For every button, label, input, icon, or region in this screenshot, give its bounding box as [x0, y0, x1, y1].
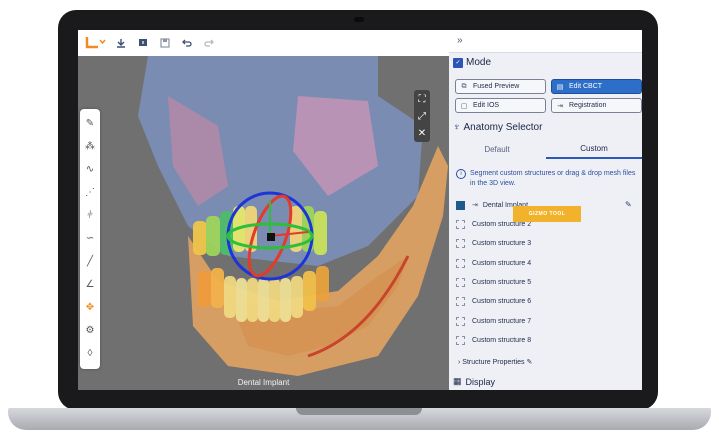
structure-row-4[interactable]: Custom structure 4 — [456, 256, 636, 270]
pencil-icon[interactable]: ✎ — [82, 115, 98, 131]
registration-icon: ⇥ — [557, 102, 563, 110]
anatomy-section-title: ♆ Anatomy Selector — [453, 122, 542, 133]
view-caption: Dental Implant — [237, 378, 290, 387]
align-icon[interactable]: ⫩ — [82, 207, 98, 223]
view-controls: ⛶ ⤢ ✕ — [414, 90, 430, 142]
cbct-icon: ▤ — [556, 83, 564, 91]
edit-ios-button[interactable]: ▢ Edit IOS — [455, 98, 546, 113]
registration-button[interactable]: ⇥ Registration — [551, 98, 642, 113]
magic-wand-icon[interactable]: ⁂ — [82, 138, 98, 154]
structure-checkbox[interactable] — [456, 335, 465, 345]
anatomy-tabs: Default Custom — [449, 139, 642, 159]
info-icon: i — [456, 169, 466, 179]
structure-checkbox[interactable] — [456, 258, 465, 268]
redo-icon[interactable] — [202, 36, 216, 50]
structure-row-3[interactable]: Custom structure 3 — [456, 236, 636, 250]
tab-custom[interactable]: Custom — [546, 139, 642, 159]
structure-properties-toggle[interactable]: › Structure Properties ✎ — [458, 358, 532, 366]
add-point-icon[interactable]: ⋰ — [82, 184, 98, 200]
info-text: Segment custom structures or drag & drop… — [470, 170, 636, 187]
mode-title-text: Mode — [466, 57, 492, 68]
structure-row-6[interactable]: Custom structure 6 — [456, 294, 636, 308]
fused-preview-button[interactable]: ⧉ Fused Preview — [455, 79, 546, 94]
spline-icon[interactable]: ∿ — [82, 161, 98, 177]
save-icon[interactable] — [158, 36, 172, 50]
collapse-panel-icon[interactable]: » — [457, 35, 463, 46]
expand-icon[interactable]: ⤢ — [414, 108, 430, 124]
registration-label: Registration — [569, 102, 607, 109]
undo-icon[interactable] — [180, 36, 194, 50]
structure-checkbox[interactable] — [456, 200, 465, 210]
edit-pencil-icon[interactable]: ✎ — [625, 200, 632, 209]
fused-preview-label: Fused Preview — [473, 83, 520, 90]
download-icon[interactable] — [114, 36, 128, 50]
structure-properties-label: Structure Properties — [462, 359, 525, 366]
fuse-icon: ⧉ — [461, 82, 467, 90]
structure-label: Custom structure 6 — [472, 297, 532, 305]
settings-icon[interactable]: ⚙ — [82, 322, 98, 338]
ios-icon: ▢ — [460, 102, 468, 110]
laptop-base-notch — [296, 408, 422, 415]
close-icon[interactable]: ✕ — [414, 125, 430, 141]
structure-checkbox[interactable] — [456, 316, 465, 326]
structure-checkbox[interactable] — [456, 238, 465, 248]
structure-checkbox[interactable] — [456, 277, 465, 287]
curve-icon[interactable]: ∽ — [82, 230, 98, 246]
ruler-icon[interactable]: ╱ — [82, 253, 98, 269]
fullscreen-icon[interactable]: ⛶ — [414, 91, 430, 107]
structure-label: Custom structure 7 — [472, 317, 532, 325]
edit-small-icon: ✎ — [526, 359, 533, 366]
structure-label: Custom structure 5 — [472, 278, 532, 286]
3d-viewport[interactable]: ✎ ⁂ ∿ ⋰ ⫩ ∽ ╱ ∠ ✥ ⚙ ◊ ⛶ ⤢ ✕ — [78, 56, 449, 390]
angle-icon[interactable]: ∠ — [82, 276, 98, 292]
edit-cbct-label: Edit CBCT — [569, 83, 603, 90]
display-section-title[interactable]: ▦ Display — [453, 376, 495, 387]
structure-row-7[interactable]: Custom structure 7 — [456, 314, 636, 328]
edit-cbct-button[interactable]: ▤ Edit CBCT — [551, 79, 642, 94]
dental-3d-model[interactable] — [78, 56, 449, 390]
structure-label: Custom structure 3 — [472, 239, 532, 247]
export-icon[interactable] — [136, 36, 150, 50]
camera-notch — [354, 17, 364, 22]
left-tool-palette: ✎ ⁂ ∿ ⋰ ⫩ ∽ ╱ ∠ ✥ ⚙ ◊ — [80, 109, 100, 369]
tooth-icon: ♆ — [453, 122, 461, 133]
mode-section-title: ✓ Mode — [453, 57, 491, 68]
structure-label: Custom structure 4 — [472, 259, 532, 267]
gizmo-tool-tooltip: GIZMO TOOL — [513, 206, 581, 222]
tab-default[interactable]: Default — [449, 139, 545, 159]
drop-icon[interactable]: ◊ — [82, 345, 98, 361]
structure-checkbox[interactable] — [456, 219, 465, 229]
grid-icon: ▦ — [453, 376, 462, 386]
brand-logo-icon[interactable] — [84, 34, 106, 52]
chevron-right-icon: › — [458, 359, 461, 366]
mode-icon: ✓ — [453, 57, 463, 68]
structure-row-5[interactable]: Custom structure 5 — [456, 275, 636, 289]
display-title-text: Display — [465, 376, 496, 387]
import-icon[interactable]: ⇥ — [472, 201, 478, 209]
structure-checkbox[interactable] — [456, 296, 465, 306]
structure-row-8[interactable]: Custom structure 8 — [456, 333, 636, 347]
anatomy-title-text: Anatomy Selector — [463, 122, 543, 133]
edit-ios-label: Edit IOS — [473, 102, 500, 109]
top-toolbar — [78, 30, 449, 57]
structure-label: Custom structure 8 — [472, 336, 532, 344]
move-icon[interactable]: ✥ — [82, 299, 98, 315]
panel-header: » — [449, 30, 642, 53]
